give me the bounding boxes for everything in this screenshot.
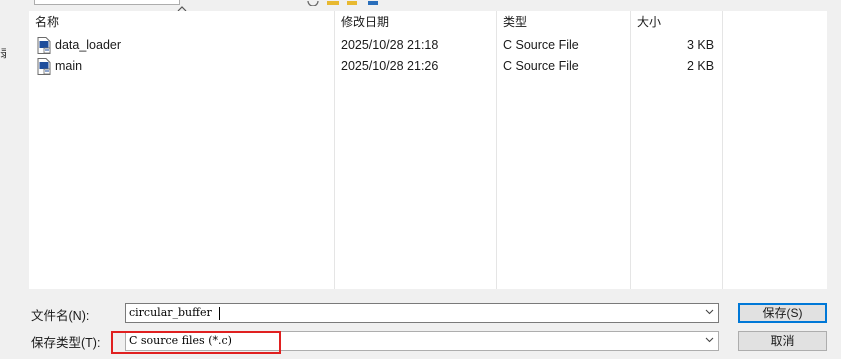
file-size: 2 KB xyxy=(687,59,715,73)
file-list[interactable]: 名称 修改日期 类型 大小 data_loader 2025/10/28 21:… xyxy=(29,11,827,289)
file-name: data_loader xyxy=(55,38,122,52)
file-type: C Source File xyxy=(503,38,579,52)
c-source-file-icon xyxy=(37,58,51,75)
file-name: main xyxy=(55,59,83,73)
filetype-value: C source files (*.c) xyxy=(129,334,232,347)
file-type: C Source File xyxy=(503,59,579,73)
new-folder-icon[interactable] xyxy=(346,1,360,6)
column-header-name[interactable]: 名称 xyxy=(35,11,59,33)
back-icon[interactable] xyxy=(306,1,320,6)
save-button[interactable]: 保存(S) xyxy=(738,303,827,323)
filename-label: 文件名(N): xyxy=(31,309,90,323)
file-size: 3 KB xyxy=(687,38,715,52)
c-source-file-icon xyxy=(37,37,51,54)
toolbar-fragment xyxy=(306,0,380,6)
list-item[interactable]: data_loader 2025/10/28 21:18 C Source Fi… xyxy=(29,35,729,56)
file-modified: 2025/10/28 21:18 xyxy=(341,38,439,52)
filetype-select[interactable]: C source files (*.c) xyxy=(125,331,719,351)
search-box-fragment[interactable] xyxy=(34,0,180,5)
filetype-label: 保存类型(T): xyxy=(31,336,101,350)
filename-input[interactable]: circular_buffer xyxy=(125,303,719,323)
cancel-button[interactable]: 取消 xyxy=(738,331,827,351)
column-header-size[interactable]: 大小 xyxy=(637,11,661,33)
column-header-type[interactable]: 类型 xyxy=(503,11,527,33)
list-item[interactable]: main 2025/10/28 21:26 C Source File 2 KB xyxy=(29,56,729,77)
column-header-modified[interactable]: 修改日期 xyxy=(341,11,389,33)
filename-value: circular_buffer xyxy=(129,306,212,319)
view-menu-icon[interactable] xyxy=(366,1,380,6)
chevron-down-icon[interactable] xyxy=(705,309,714,315)
text-cursor xyxy=(219,307,220,320)
folder-up-icon[interactable] xyxy=(326,1,340,6)
file-modified: 2025/10/28 21:26 xyxy=(341,59,439,73)
chevron-down-icon[interactable] xyxy=(705,337,714,343)
nav-pane-fragment: 录 xyxy=(0,47,6,60)
